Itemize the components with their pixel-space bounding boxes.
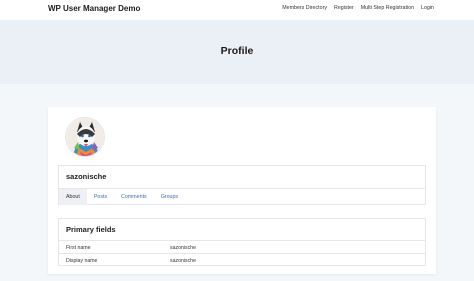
profile-card: sazonische About Posts Comments Groups P… <box>48 107 436 274</box>
nav-members-directory[interactable]: Members Directory <box>282 5 327 11</box>
husky-dog-avatar-icon <box>66 118 104 156</box>
field-row: Display name sazonische <box>59 253 425 266</box>
field-row: First name sazonische <box>59 240 425 253</box>
tab-groups[interactable]: Groups <box>154 189 185 205</box>
primary-fields-title: Primary fields <box>66 225 116 234</box>
profile-username: sazonische <box>66 172 107 181</box>
tab-comments[interactable]: Comments <box>114 189 154 205</box>
site-title[interactable]: WP User Manager Demo <box>48 4 140 13</box>
tab-posts[interactable]: Posts <box>87 189 114 205</box>
nav-login[interactable]: Login <box>421 5 434 11</box>
primary-fields-box: Primary fields First name sazonische Dis… <box>58 218 426 266</box>
avatar <box>65 117 105 157</box>
main-nav: Members Directory Register Multi Step Re… <box>282 5 434 11</box>
page-title: Profile <box>220 45 254 57</box>
site-header: WP User Manager Demo Members Directory R… <box>0 0 474 20</box>
field-label-display-name: Display name <box>66 258 98 264</box>
profile-tabs: About Posts Comments Groups <box>59 188 425 205</box>
field-value-first-name: sazonische <box>170 245 196 251</box>
user-header-box: sazonische About Posts Comments Groups <box>58 165 426 205</box>
field-label-first-name: First name <box>66 245 91 251</box>
nav-register[interactable]: Register <box>334 5 354 11</box>
tab-about[interactable]: About <box>59 189 87 205</box>
nav-multi-step-registration[interactable]: Multi Step Registration <box>361 5 414 11</box>
field-value-display-name: sazonische <box>170 258 196 264</box>
